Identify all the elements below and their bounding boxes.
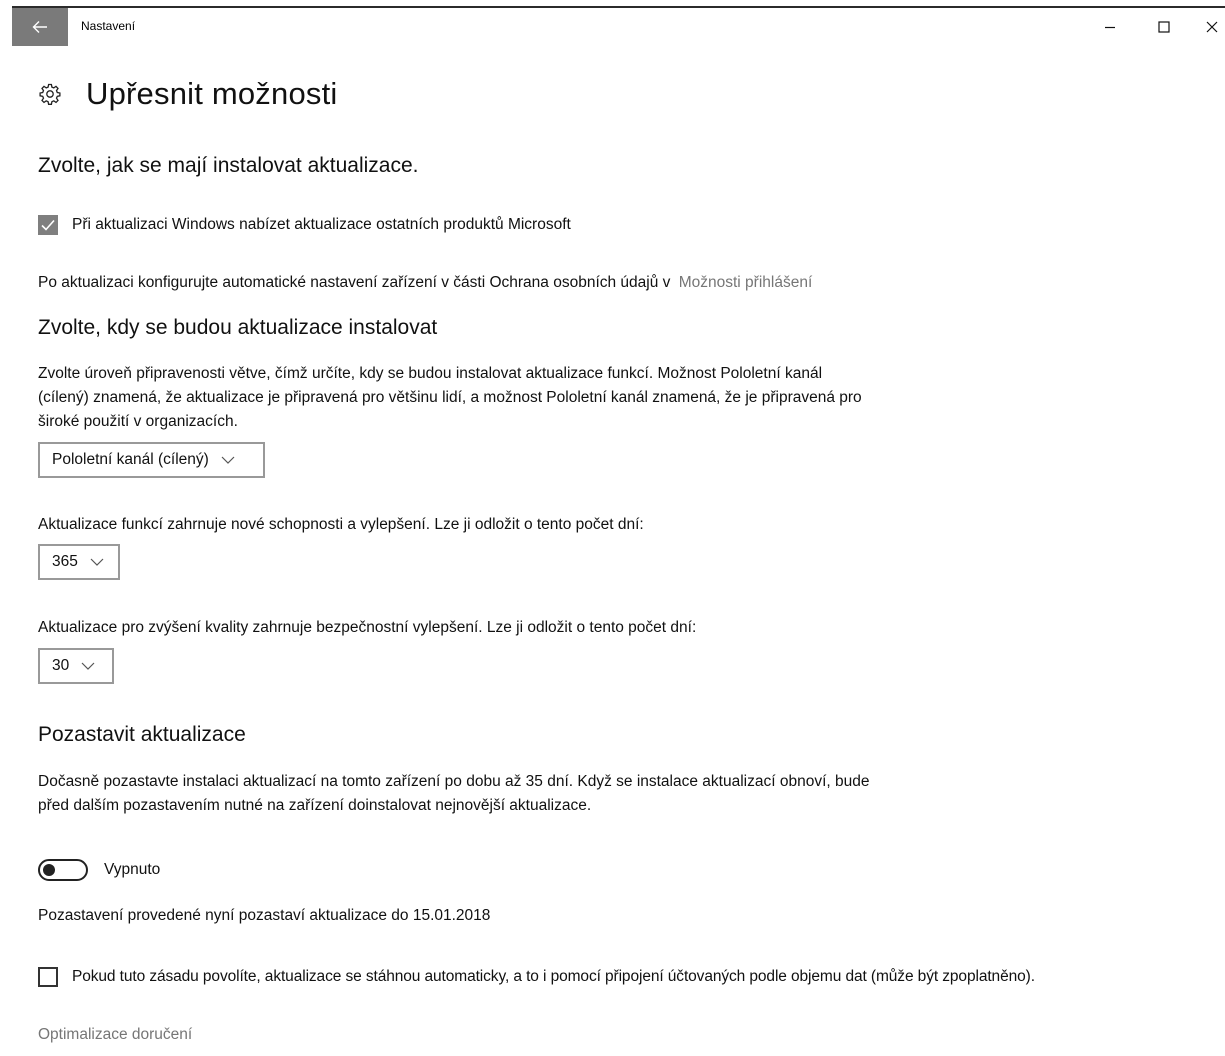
offer-other-products-label: Při aktualizaci Windows nabízet aktualiz… bbox=[72, 216, 571, 233]
metered-download-checkbox[interactable] bbox=[38, 967, 58, 987]
offer-other-products-checkbox[interactable] bbox=[38, 215, 58, 235]
back-arrow-icon bbox=[32, 21, 47, 33]
branch-description: Zvolte úroveň připravenosti větve, čímž … bbox=[38, 362, 998, 434]
feature-defer-text: Aktualizace funkcí zahrnuje nové schopno… bbox=[38, 516, 644, 533]
back-button[interactable] bbox=[12, 8, 68, 46]
chevron-down-icon bbox=[81, 662, 95, 670]
pause-until-text: Pozastavení provedené nyní pozastaví akt… bbox=[38, 907, 491, 924]
page-title: Upřesnit možnosti bbox=[86, 76, 338, 111]
delivery-optimization-link[interactable]: Optimalizace doručení bbox=[38, 1023, 192, 1047]
pause-heading: Pozastavit aktualizace bbox=[38, 723, 246, 746]
pause-toggle-row: Vypnuto bbox=[38, 858, 160, 882]
metered-download-option[interactable]: Pokud tuto zásadu povolíte, aktualizace … bbox=[38, 965, 1035, 989]
title-bar: Nastavení bbox=[0, 8, 1225, 46]
offer-other-products-option[interactable]: Při aktualizaci Windows nabízet aktualiz… bbox=[38, 213, 571, 237]
chevron-down-icon bbox=[221, 456, 235, 464]
pause-description-line: před dalším pozastavením nutné na zaříze… bbox=[38, 797, 592, 814]
maximize-button[interactable] bbox=[1144, 8, 1184, 46]
branch-description-line: (cílený) znamená, že aktualizace je přip… bbox=[38, 389, 862, 406]
maximize-icon bbox=[1158, 21, 1170, 33]
pause-updates-toggle[interactable] bbox=[38, 859, 88, 881]
feature-defer-days-value: 365 bbox=[52, 553, 78, 570]
chevron-down-icon bbox=[90, 558, 104, 566]
minimize-icon bbox=[1105, 26, 1115, 29]
quality-defer-days-value: 30 bbox=[52, 657, 70, 674]
branch-readiness-select[interactable]: Pololetní kanál (cílený) bbox=[38, 442, 265, 478]
sign-in-options-link[interactable]: Možnosti přihlášení bbox=[679, 274, 813, 291]
window-title: Nastavení bbox=[81, 19, 136, 33]
branch-description-line: široké použití v organizacích. bbox=[38, 413, 238, 430]
minimize-button[interactable] bbox=[1090, 8, 1130, 46]
page-header: Upřesnit možnosti bbox=[38, 74, 338, 114]
quality-defer-days-select[interactable]: 30 bbox=[38, 648, 114, 684]
branch-description-line: Zvolte úroveň připravenosti větve, čímž … bbox=[38, 365, 823, 382]
close-button[interactable] bbox=[1198, 8, 1225, 46]
feature-defer-days-select[interactable]: 365 bbox=[38, 544, 120, 580]
metered-download-label: Pokud tuto zásadu povolíte, aktualizace … bbox=[72, 968, 1035, 985]
pause-description-line: Dočasně pozastavte instalaci aktualizací… bbox=[38, 773, 870, 790]
settings-window: Nastavení Upřesnit možnosti Zvolte, jak … bbox=[0, 0, 1225, 1056]
install-heading: Zvolte, jak se mají instalovat aktualiza… bbox=[38, 154, 419, 177]
privacy-settings-line: Po aktualizaci konfigurujte automatické … bbox=[38, 271, 812, 295]
close-icon bbox=[1206, 21, 1217, 33]
privacy-text: Po aktualizaci konfigurujte automatické … bbox=[38, 274, 671, 291]
gear-icon bbox=[39, 83, 61, 105]
toggle-knob bbox=[43, 864, 55, 876]
quality-defer-text: Aktualizace pro zvýšení kvality zahrnuje… bbox=[38, 619, 697, 636]
checkmark-icon bbox=[41, 219, 55, 231]
when-heading: Zvolte, kdy se budou aktualizace instalo… bbox=[38, 316, 438, 339]
branch-readiness-value: Pololetní kanál (cílený) bbox=[52, 451, 209, 468]
pause-description: Dočasně pozastavte instalaci aktualizací… bbox=[38, 770, 1018, 818]
pause-toggle-label: Vypnuto bbox=[104, 861, 161, 878]
